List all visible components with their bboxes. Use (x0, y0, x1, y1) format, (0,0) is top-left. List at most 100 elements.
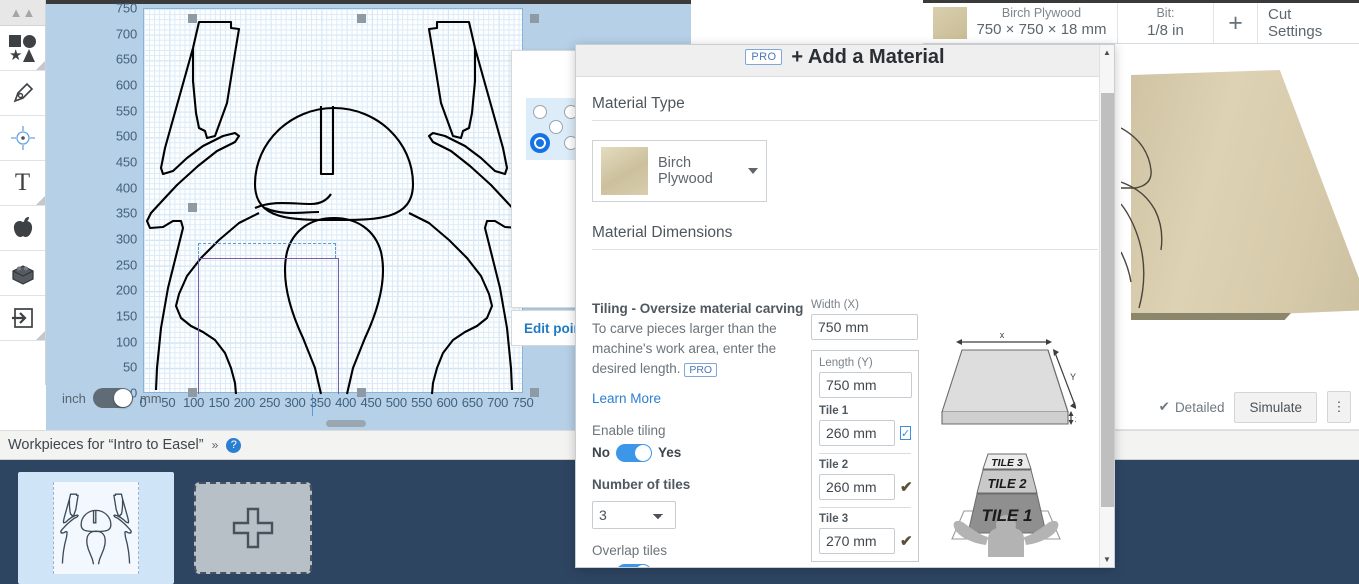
more-options-icon[interactable]: ⋮ (1327, 391, 1351, 423)
shapes-tool-button[interactable]: ★ (0, 26, 45, 71)
number-of-tiles-label: Number of tiles (592, 476, 691, 492)
shapes-icon: ★ (9, 34, 36, 63)
chevron-down-icon[interactable]: » (212, 438, 219, 452)
overlap-tiles-switch[interactable] (616, 563, 652, 567)
enable-tiling-toggle-row[interactable]: No Yes (592, 443, 807, 463)
ruler-y-tick: 300 (115, 231, 137, 247)
axis-x-label: x (1000, 332, 1005, 340)
modal-scrollbar[interactable]: ▲ ▼ (1099, 45, 1114, 567)
3d-tool-button[interactable] (0, 251, 45, 296)
carved-path-lines (1121, 127, 1163, 309)
overlap-tiles-toggle-row[interactable]: No Yes (592, 563, 807, 567)
tile-1-checkbox-icon[interactable]: ✓ (900, 426, 912, 440)
detailed-toggle[interactable]: ✔ Detailed (1159, 399, 1225, 415)
ruler-x-tick: 250 (259, 395, 281, 410)
anchor-top-left[interactable] (533, 105, 547, 119)
material-swatch-icon (601, 147, 649, 195)
material-diagram: x Y z TILE 3 TILE 2 (931, 330, 1081, 567)
chevron-down-icon (748, 168, 758, 174)
tile-position-diagram: TILE 3 TILE 2 TILE 1 (951, 453, 1061, 557)
length-y-input[interactable] (819, 372, 912, 398)
material-summary-button[interactable]: Birch Plywood 750 × 750 × 18 mm (923, 3, 1118, 43)
ruler-x: 0 50 100 150 200 250 300 350 400 450 500 550 600 650 7… (136, 395, 606, 413)
anchor-bottom-left[interactable] (533, 136, 547, 150)
overlap-no-label: No (592, 563, 610, 567)
add-bit-button[interactable]: + (1214, 3, 1258, 43)
left-toolbar: ▲▲ ★ T (0, 0, 46, 385)
tile-3-input[interactable] (819, 528, 895, 554)
help-icon[interactable]: ? (226, 437, 242, 453)
ruler-y-tick: 650 (115, 51, 137, 67)
length-y-label: Length (Y) (819, 357, 873, 369)
plus-icon (232, 507, 274, 549)
selection-handle[interactable] (188, 14, 197, 23)
tile-3-check-icon[interactable]: ✔ (900, 532, 913, 550)
material-type-picker[interactable]: Birch Plywood (592, 140, 767, 202)
cut-settings-button[interactable]: Cut Settings (1258, 3, 1359, 43)
workpiece-card-1[interactable] (18, 472, 174, 584)
tiling-description: To carve pieces larger than the machine'… (592, 319, 807, 379)
ruler-y-tick: 550 (115, 103, 137, 119)
divider (592, 249, 1098, 250)
unit-switch[interactable] (92, 388, 133, 408)
import-tool-button[interactable] (0, 296, 45, 341)
material-dimensions-heading: Material Dimensions (592, 224, 733, 241)
header-material-dims: 750 × 750 × 18 mm (976, 21, 1107, 39)
ruler-y-tick: 200 (115, 282, 137, 298)
modal-title: + Add a Material (791, 46, 945, 68)
ruler-y: 750 700 650 600 550 500 450 400 350 300 250 200 150 1… (46, 0, 143, 401)
ruler-y-tick: 450 (115, 154, 137, 170)
width-x-input[interactable] (811, 314, 918, 340)
ruler-x-tick: 100 (183, 395, 205, 410)
enable-tiling-switch[interactable] (616, 443, 652, 462)
ruler-x-tick: 200 (233, 395, 255, 410)
number-of-tiles-select[interactable]: 12345 (592, 500, 676, 529)
axis-y-label: Y (1070, 372, 1076, 382)
learn-more-link[interactable]: Learn More (592, 389, 661, 409)
overlap-yes-label: Yes (658, 563, 681, 567)
ruler-x-tick: 450 (360, 395, 382, 410)
tile-2-check-icon[interactable]: ✔ (900, 478, 913, 496)
add-workpiece-button[interactable] (194, 482, 312, 574)
ruler-x-tick: 300 (284, 395, 306, 410)
divider (819, 507, 911, 508)
ruler-y-tick: 100 (115, 334, 137, 350)
simulate-button[interactable]: Simulate (1234, 391, 1317, 423)
slab-axes-diagram: x Y z (941, 330, 1080, 425)
material-type-heading: Material Type (592, 95, 685, 112)
ruler-y-tick: 750 (115, 0, 137, 16)
tiling-section: Tiling - Oversize material carving To ca… (592, 299, 807, 567)
apps-tool-button[interactable] (0, 206, 45, 251)
tile-1-input[interactable] (819, 420, 895, 446)
scroll-up-icon[interactable]: ▲ (1100, 45, 1114, 60)
bit-summary-button[interactable]: Bit: 1/8 in (1118, 3, 1214, 43)
tile-boundary-dashed (198, 243, 336, 258)
spider-thumbnail-icon (60, 493, 132, 565)
divider (819, 453, 911, 454)
material-picker-name: Birch Plywood (658, 155, 713, 187)
text-tool-button[interactable]: T (0, 161, 45, 206)
dimension-fields: Width (X) Length (Y) Tile 1 ✓ Tile 2 (811, 299, 936, 567)
modal-body: Material Type Birch Plywood Material Dim… (576, 77, 1114, 567)
overlap-tiles-label: Overlap tiles (592, 542, 668, 558)
scroll-down-icon[interactable]: ▼ (1100, 552, 1114, 567)
selection-handle[interactable] (188, 203, 197, 212)
ruler-y-tick: 600 (115, 77, 137, 93)
anchor-center[interactable] (549, 120, 563, 134)
ruler-x-tick: 700 (487, 395, 509, 410)
pro-badge: PRO (745, 49, 783, 65)
scrollbar-thumb[interactable] (1101, 93, 1114, 507)
apple-icon (13, 217, 32, 238)
unit-toggle[interactable]: inch mm (62, 388, 162, 408)
pen-tool-button[interactable] (0, 71, 45, 116)
tile-2-input[interactable] (819, 474, 895, 500)
tiling-pro-badge: PRO (684, 362, 718, 377)
selection-handle[interactable] (530, 14, 539, 23)
canvas-horizontal-scrollbar[interactable] (326, 420, 366, 427)
selection-handle[interactable] (357, 14, 366, 23)
center-tool-button[interactable] (0, 116, 45, 161)
collapse-icon[interactable]: ▲▲ (0, 0, 45, 26)
tile-1-diagram-label: TILE 1 (981, 506, 1032, 525)
ruler-y-tick: 350 (115, 205, 137, 221)
detailed-label: Detailed (1174, 399, 1225, 415)
